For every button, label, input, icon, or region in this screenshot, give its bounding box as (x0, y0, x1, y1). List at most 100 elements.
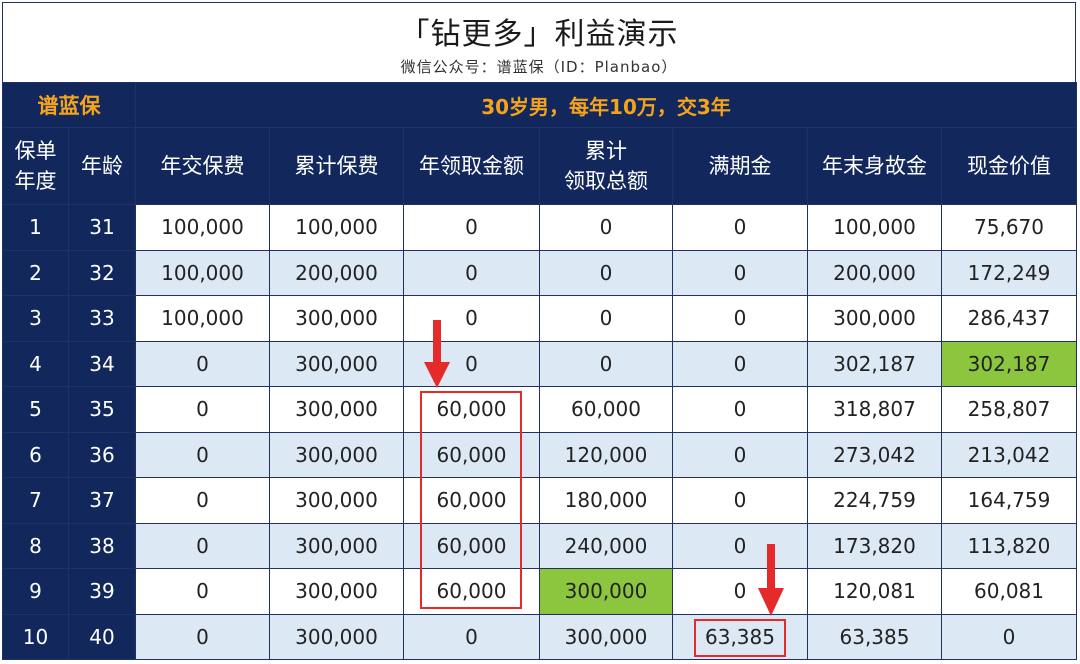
cell-maturity: 0 (672, 340, 808, 387)
cell-policy-year: 3 (2, 295, 69, 342)
col-cumulative-payout: 累计 领取总额 (539, 127, 673, 205)
cell-maturity: 0 (672, 477, 808, 524)
cell-cumulative-payout: 240,000 (539, 522, 673, 569)
page-title: 「钻更多」利益演示 (399, 17, 679, 52)
cell-cumulative-premium: 200,000 (269, 249, 404, 296)
column-header-row: 保单 年度 年龄 年交保费 累计保费 年领取金额 累计 领取总额 满期金 年末身… (2, 127, 1078, 205)
cell-annual-payout: 60,000 (403, 431, 540, 478)
cell-death-benefit: 63,385 (807, 613, 942, 660)
cell-age: 39 (68, 568, 136, 615)
cell-cash-value: 164,759 (940, 477, 1078, 524)
col-cash-value: 现金价值 (940, 127, 1078, 205)
cell-age: 37 (68, 477, 136, 524)
cell-maturity: 0 (672, 386, 808, 433)
table-row: 8 38 0 300,000 60,000 240,000 0 173,820 113,820 (2, 522, 1078, 569)
cell-annual-payout: 60,000 (403, 522, 540, 569)
cell-death-benefit: 273,042 (807, 431, 942, 478)
scenario-label: 30岁男，每年10万，交3年 (134, 82, 1078, 128)
cell-age: 40 (68, 613, 136, 660)
banner-row: 谱蓝保 30岁男，每年10万，交3年 (2, 82, 1078, 128)
cell-cumulative-premium: 300,000 (269, 340, 404, 387)
cell-annual-payout: 60,000 (403, 477, 540, 524)
benefit-table: 谱蓝保 30岁男，每年10万，交3年 保单 年度 年龄 年交保费 累计保费 年领… (2, 82, 1078, 660)
cell-cash-value: 0 (940, 613, 1078, 660)
cell-policy-year: 10 (2, 613, 69, 660)
cell-death-benefit: 200,000 (807, 249, 942, 296)
cell-cash-value: 113,820 (940, 522, 1078, 569)
cell-annual-payout: 60,000 (403, 386, 540, 433)
cell-cumulative-premium: 300,000 (269, 431, 404, 478)
cell-annual-payout: 0 (403, 613, 540, 660)
cell-annual-premium: 100,000 (135, 249, 270, 296)
cell-annual-premium: 0 (135, 340, 270, 387)
cell-policy-year: 1 (2, 204, 69, 251)
cell-cumulative-payout: 0 (539, 340, 673, 387)
cell-age: 35 (68, 386, 136, 433)
cell-policy-year: 7 (2, 477, 69, 524)
cell-cash-value: 213,042 (940, 431, 1078, 478)
cell-cumulative-premium: 300,000 (269, 477, 404, 524)
cell-cash-value: 258,807 (940, 386, 1078, 433)
cell-death-benefit: 302,187 (807, 340, 942, 387)
cell-maturity: 0 (672, 568, 808, 615)
cell-maturity: 63,385 (672, 613, 808, 660)
cell-death-benefit: 120,081 (807, 568, 942, 615)
cell-annual-premium: 100,000 (135, 204, 270, 251)
maturity-arrow-icon (758, 544, 784, 616)
cell-age: 36 (68, 431, 136, 478)
page-header: 「钻更多」利益演示 微信公众号：谱蓝保（ID：Planbao） (2, 2, 1076, 82)
cell-death-benefit: 100,000 (807, 204, 942, 251)
table-row: 1 31 100,000 100,000 0 0 0 100,000 75,670 (2, 204, 1078, 251)
page-subtitle: 微信公众号：谱蓝保（ID：Planbao） (400, 58, 678, 76)
col-age: 年龄 (68, 127, 136, 205)
cell-cash-value: 172,249 (940, 249, 1078, 296)
col-annual-payout: 年领取金额 (403, 127, 540, 205)
cell-annual-premium: 0 (135, 522, 270, 569)
cell-cash-value: 60,081 (940, 568, 1078, 615)
cell-annual-premium: 0 (135, 386, 270, 433)
cell-policy-year: 5 (2, 386, 69, 433)
cell-death-benefit: 300,000 (807, 295, 942, 342)
cell-cumulative-payout: 60,000 (539, 386, 673, 433)
cell-annual-premium: 0 (135, 431, 270, 478)
table-row: 3 33 100,000 300,000 0 0 0 300,000 286,437 (2, 295, 1078, 342)
cell-cumulative-payout: 0 (539, 204, 673, 251)
cell-death-benefit: 318,807 (807, 386, 942, 433)
table-row: 2 32 100,000 200,000 0 0 0 200,000 172,249 (2, 249, 1078, 296)
col-cumulative-premium: 累计保费 (269, 127, 404, 205)
col-policy-year-line2: 年度 (14, 169, 57, 193)
col-death-benefit: 年末身故金 (807, 127, 942, 205)
table-body: 1 31 100,000 100,000 0 0 0 100,000 75,670 2 32 100,… (2, 204, 1078, 660)
cell-cumulative-payout: 180,000 (539, 477, 673, 524)
cell-policy-year: 4 (2, 340, 69, 387)
cell-cash-value: 286,437 (940, 295, 1078, 342)
cell-maturity: 0 (672, 431, 808, 478)
cell-policy-year: 9 (2, 568, 69, 615)
annual-payout-arrow-icon (424, 320, 450, 388)
table-row: 7 37 0 300,000 60,000 180,000 0 224,759 164,759 (2, 477, 1078, 524)
table-row: 6 36 0 300,000 60,000 120,000 0 273,042 213,042 (2, 431, 1078, 478)
cell-age: 32 (68, 249, 136, 296)
cell-maturity: 0 (672, 249, 808, 296)
cell-annual-premium: 100,000 (135, 295, 270, 342)
cell-age: 34 (68, 340, 136, 387)
cell-cumulative-premium: 300,000 (269, 568, 404, 615)
cell-cumulative-premium: 300,000 (269, 386, 404, 433)
cell-cumulative-premium: 300,000 (269, 295, 404, 342)
cell-annual-payout: 0 (403, 204, 540, 251)
cell-policy-year: 2 (2, 249, 69, 296)
cell-age: 31 (68, 204, 136, 251)
cell-age: 38 (68, 522, 136, 569)
cell-annual-premium: 0 (135, 477, 270, 524)
cell-annual-payout: 60,000 (403, 568, 540, 615)
cell-age: 33 (68, 295, 136, 342)
cell-death-benefit: 173,820 (807, 522, 942, 569)
col-cumulative-payout-line2: 领取总额 (564, 169, 648, 193)
col-annual-premium: 年交保费 (135, 127, 270, 205)
col-maturity: 满期金 (672, 127, 808, 205)
cell-death-benefit: 224,759 (807, 477, 942, 524)
cell-policy-year: 6 (2, 431, 69, 478)
cell-cumulative-premium: 300,000 (269, 522, 404, 569)
col-policy-year: 保单 年度 (2, 127, 69, 205)
cell-cumulative-premium: 300,000 (269, 613, 404, 660)
